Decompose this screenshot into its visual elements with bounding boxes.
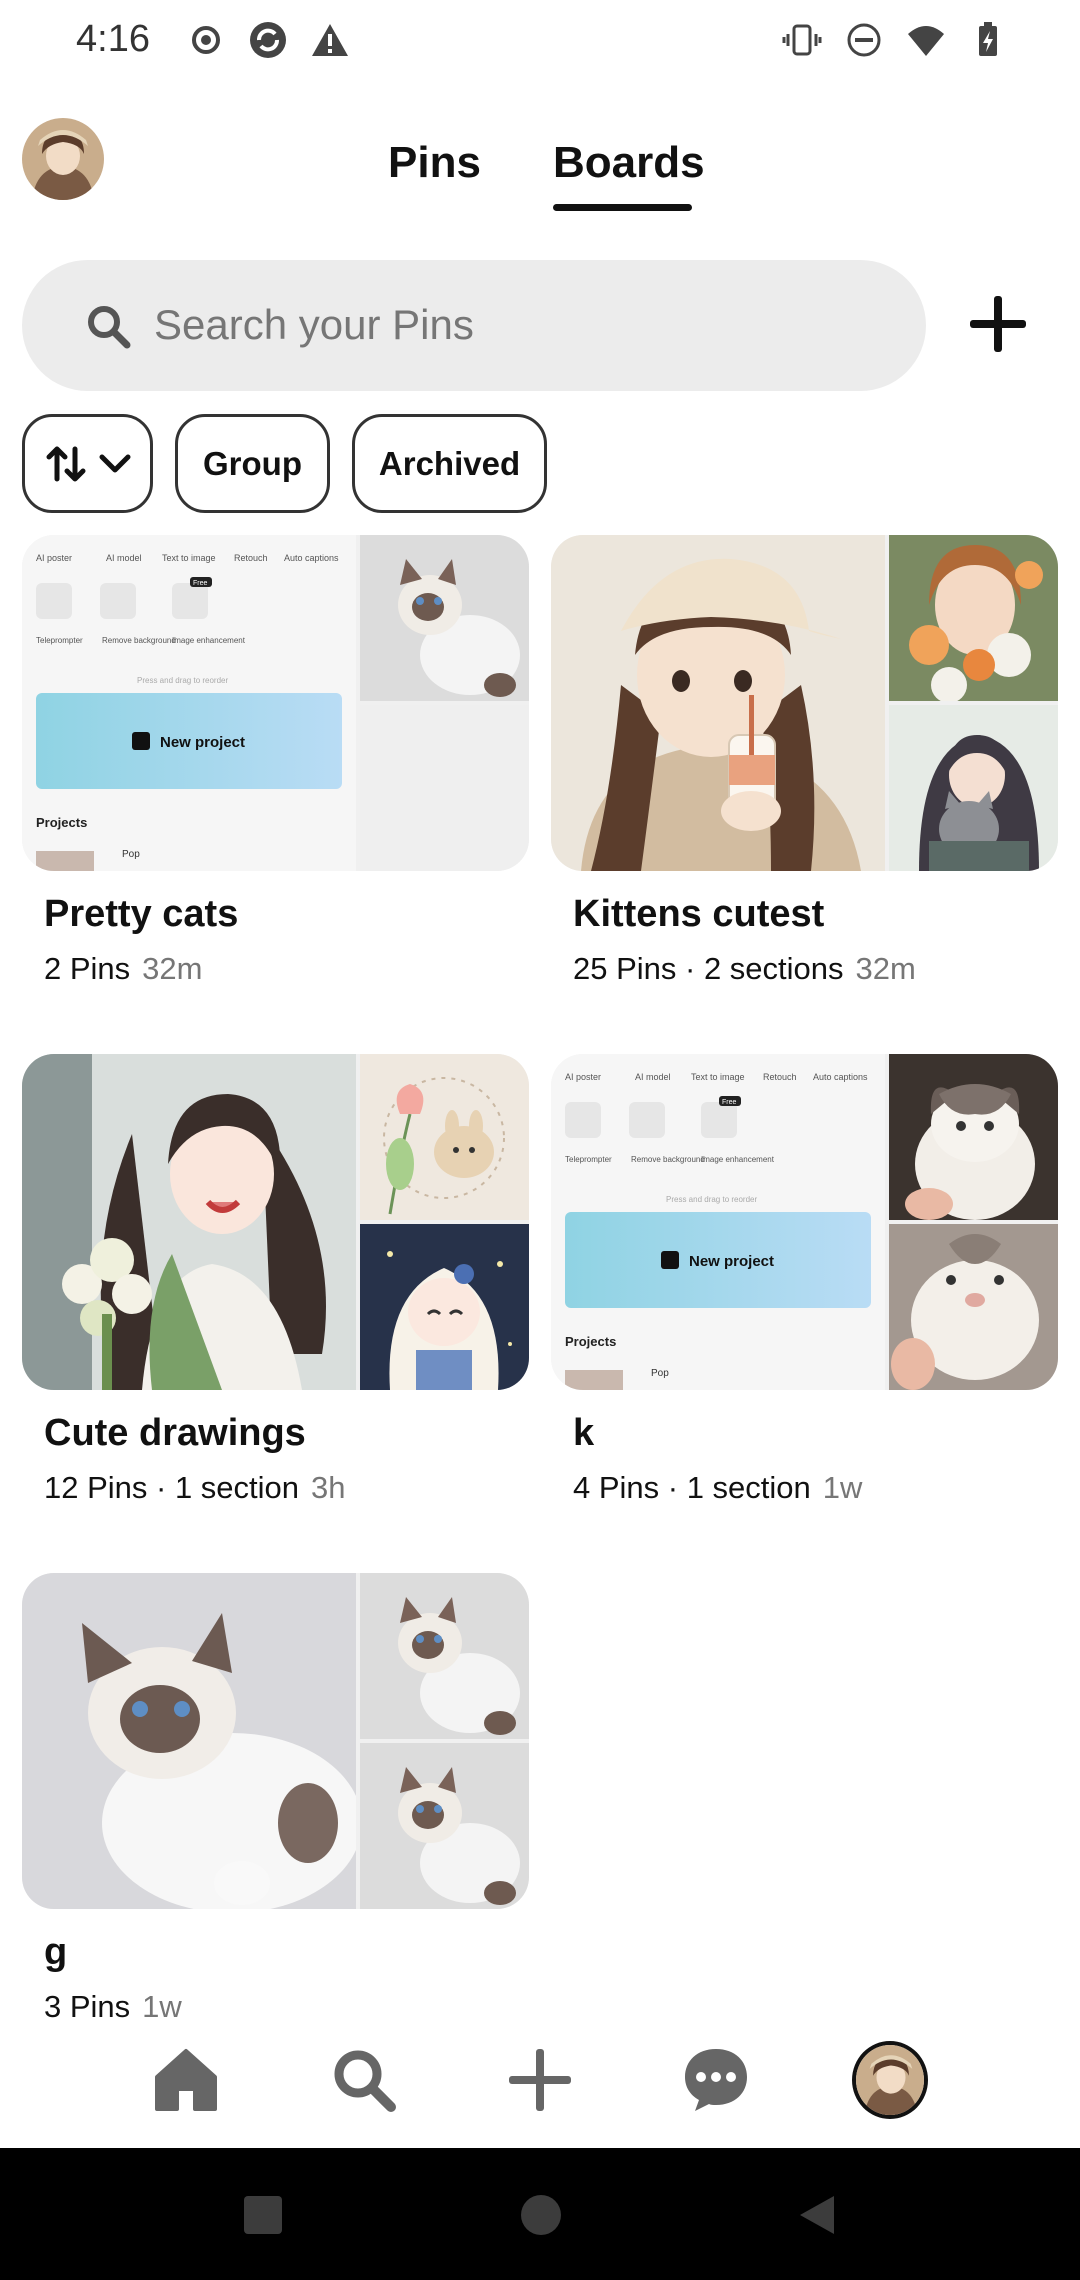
- board-meta: 12 Pins · 1 section 3h: [44, 1470, 346, 1505]
- cat-image: [360, 535, 529, 701]
- board-meta: 25 Pins · 2 sections 32m: [573, 951, 916, 986]
- svg-text:AI poster: AI poster: [565, 1072, 601, 1082]
- add-icon[interactable]: [966, 292, 1030, 356]
- svg-text:Teleprompter: Teleprompter: [565, 1155, 612, 1164]
- board-meta: 4 Pins · 1 section 1w: [573, 1470, 863, 1505]
- home-icon: [155, 2049, 217, 2111]
- svg-text:Press and drag to reorder: Press and drag to reorder: [666, 1195, 757, 1204]
- svg-text:Teleprompter: Teleprompter: [36, 636, 83, 645]
- back-icon[interactable]: [796, 2194, 838, 2236]
- nav-create[interactable]: [502, 2042, 578, 2118]
- svg-text:Auto captions: Auto captions: [813, 1072, 868, 1082]
- svg-text:Pop: Pop: [122, 849, 140, 860]
- tab-pins[interactable]: Pins: [388, 138, 481, 188]
- board-card[interactable]: Cute drawings 12 Pins · 1 section 3h: [22, 1054, 529, 1505]
- nav-profile[interactable]: [852, 2041, 928, 2119]
- active-tab-indicator: [553, 204, 692, 211]
- svg-text:Image enhancement: Image enhancement: [701, 1155, 775, 1164]
- messages-icon: [685, 2049, 747, 2111]
- status-bar: 4:16: [0, 0, 1080, 88]
- create-icon: [509, 2049, 571, 2111]
- group-button[interactable]: Group: [175, 414, 330, 513]
- recents-icon[interactable]: [242, 2194, 284, 2236]
- board-cover[interactable]: [22, 1054, 529, 1390]
- svg-text:Remove background: Remove background: [102, 636, 176, 645]
- search-icon: [334, 2050, 396, 2112]
- app-screenshot-image: AI poster AI model Text to image Retouch…: [22, 535, 356, 871]
- bottom-nav: [0, 2020, 1080, 2148]
- filter-row: Group Archived: [22, 414, 547, 513]
- tab-boards[interactable]: Boards: [553, 138, 705, 188]
- board-cover[interactable]: [22, 1573, 529, 1909]
- svg-text:AI model: AI model: [106, 553, 142, 563]
- home-button-icon[interactable]: [520, 2194, 562, 2236]
- status-time: 4:16: [76, 18, 150, 60]
- chevron-down-icon: [99, 454, 130, 472]
- board-card[interactable]: AI poster AI model Text to image Retouch…: [22, 535, 529, 986]
- archived-button[interactable]: Archived: [352, 414, 547, 513]
- svg-text:Free: Free: [722, 1099, 737, 1106]
- sort-icon: [46, 446, 85, 481]
- svg-text:Remove background: Remove background: [631, 1155, 705, 1164]
- tab-bar: Pins Boards: [0, 138, 1080, 218]
- board-title: Kittens cutest: [573, 893, 825, 935]
- board-title: Pretty cats: [44, 893, 239, 935]
- svg-text:Auto captions: Auto captions: [284, 553, 339, 563]
- board-card[interactable]: AI poster AI model Text to image Retouch…: [551, 1054, 1058, 1505]
- girl-with-cat-illustration: [889, 705, 1058, 871]
- girl-drink-illustration: [551, 535, 885, 871]
- board-cover[interactable]: AI poster AI model Text to image Retouch…: [22, 535, 529, 871]
- empty-cover-slot: [360, 705, 529, 871]
- board-card[interactable]: g 3 Pins 1w: [22, 1573, 529, 2024]
- board-cover[interactable]: AI poster AI model Text to image Retouch…: [551, 1054, 1058, 1390]
- nav-search[interactable]: [326, 2042, 402, 2118]
- svg-text:Press and drag to reorder: Press and drag to reorder: [137, 676, 228, 685]
- svg-text:Image enhancement: Image enhancement: [172, 636, 246, 645]
- svg-text:Pop: Pop: [651, 1368, 669, 1379]
- sync-icon: [250, 22, 286, 58]
- system-nav-bar: [0, 2148, 1080, 2280]
- board-title: Cute drawings: [44, 1412, 306, 1454]
- svg-text:Retouch: Retouch: [763, 1072, 797, 1082]
- svg-text:AI poster: AI poster: [36, 553, 72, 563]
- flower-girl-illustration: [889, 535, 1058, 703]
- svg-text:Text to image: Text to image: [162, 553, 216, 563]
- cat-image: [22, 1573, 362, 1909]
- svg-text:AI model: AI model: [635, 1072, 671, 1082]
- dnd-icon: [847, 23, 881, 57]
- search-input[interactable]: [154, 290, 874, 360]
- board-cover[interactable]: [551, 535, 1058, 871]
- svg-text:Retouch: Retouch: [234, 553, 268, 563]
- svg-text:Text to image: Text to image: [691, 1072, 745, 1082]
- chibi-girl-illustration: [360, 1224, 529, 1390]
- svg-text:Projects: Projects: [36, 815, 87, 830]
- search-icon: [88, 306, 131, 349]
- app-screenshot-image: AI poster AI model Text to image Retouch…: [551, 1054, 885, 1390]
- bunny-tulip-illustration: [360, 1054, 529, 1220]
- profile-avatar: [852, 2041, 928, 2119]
- search-bar[interactable]: [22, 260, 926, 391]
- cat-image: [360, 1573, 529, 1739]
- wifi-icon: [908, 26, 944, 56]
- svg-text:New project: New project: [160, 734, 245, 751]
- alert-icon: [312, 24, 348, 56]
- vibrate-icon: [782, 24, 822, 56]
- nav-messages[interactable]: [678, 2042, 754, 2118]
- svg-text:Projects: Projects: [565, 1334, 616, 1349]
- bouquet-girl-illustration: [22, 1054, 356, 1390]
- cat-image: [889, 1224, 1058, 1390]
- board-title: g: [44, 1931, 68, 1973]
- record-icon: [192, 26, 220, 54]
- cat-image: [889, 1054, 1058, 1220]
- board-title: k: [573, 1412, 595, 1454]
- board-meta: 2 Pins 32m: [44, 951, 203, 986]
- nav-home[interactable]: [148, 2042, 224, 2118]
- cat-image: [360, 1743, 529, 1909]
- sort-button[interactable]: [22, 414, 153, 513]
- board-card[interactable]: Kittens cutest 25 Pins · 2 sections 32m: [551, 535, 1058, 986]
- svg-text:New project: New project: [689, 1253, 774, 1270]
- battery-charging-icon: [979, 22, 997, 56]
- svg-text:Free: Free: [193, 580, 208, 587]
